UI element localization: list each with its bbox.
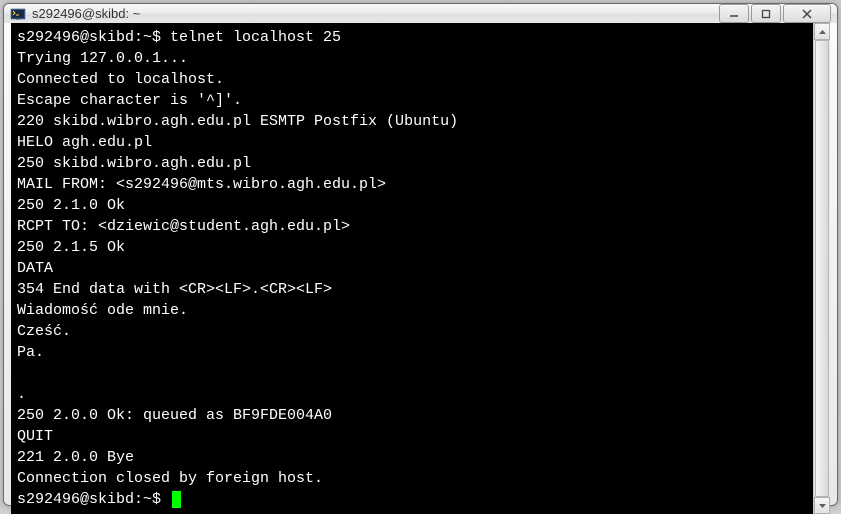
chevron-down-icon xyxy=(819,504,826,508)
terminal-line: 220 skibd.wibro.agh.edu.pl ESMTP Postfix… xyxy=(17,113,458,130)
terminal-line: Trying 127.0.0.1... xyxy=(17,50,188,67)
putty-window: s292496@skibd: ~ s292496@skibd:~$ telne xyxy=(3,3,838,506)
terminal-line: . xyxy=(17,386,26,403)
window-title: s292496@skibd: ~ xyxy=(32,6,719,21)
terminal-line: MAIL FROM: <s292496@mts.wibro.agh.edu.pl… xyxy=(17,176,386,193)
terminal-line: 250 2.1.5 Ok xyxy=(17,239,125,256)
shell-prompt: s292496@skibd:~$ xyxy=(17,491,170,508)
terminal-line: DATA xyxy=(17,260,53,277)
terminal-line: 221 2.0.0 Bye xyxy=(17,449,134,466)
command-text: telnet localhost 25 xyxy=(170,29,341,46)
maximize-button[interactable] xyxy=(751,4,781,23)
terminal-line: HELO agh.edu.pl xyxy=(17,134,152,151)
maximize-icon xyxy=(761,9,771,19)
minimize-button[interactable] xyxy=(719,4,749,23)
titlebar[interactable]: s292496@skibd: ~ xyxy=(4,4,837,23)
window-controls xyxy=(719,4,831,23)
client-area: s292496@skibd:~$ telnet localhost 25 Try… xyxy=(11,23,830,514)
terminal-line: Connection closed by foreign host. xyxy=(17,470,323,487)
terminal-line: QUIT xyxy=(17,428,53,445)
shell-prompt: s292496@skibd:~$ xyxy=(17,29,170,46)
scroll-thumb[interactable] xyxy=(815,40,829,497)
terminal-line: Pa. xyxy=(17,344,44,361)
minimize-icon xyxy=(729,9,739,19)
terminal[interactable]: s292496@skibd:~$ telnet localhost 25 Try… xyxy=(11,23,813,514)
terminal-line: Cześć. xyxy=(17,323,71,340)
chevron-up-icon xyxy=(819,30,826,34)
terminal-line: 250 skibd.wibro.agh.edu.pl xyxy=(17,155,251,172)
terminal-line: Escape character is '^]'. xyxy=(17,92,242,109)
terminal-line: Connected to localhost. xyxy=(17,71,224,88)
prompt-line: s292496@skibd:~$ telnet localhost 25 xyxy=(17,29,341,46)
close-button[interactable] xyxy=(783,4,831,23)
terminal-line: 250 2.0.0 Ok: queued as BF9FDE004A0 xyxy=(17,407,332,424)
scroll-track[interactable] xyxy=(814,40,830,497)
putty-icon xyxy=(10,6,26,22)
vertical-scrollbar[interactable] xyxy=(813,23,830,514)
terminal-line: RCPT TO: <dziewic@student.agh.edu.pl> xyxy=(17,218,350,235)
prompt-line: s292496@skibd:~$ xyxy=(17,491,181,508)
terminal-cursor xyxy=(172,491,181,508)
terminal-line: 250 2.1.0 Ok xyxy=(17,197,125,214)
scroll-down-button[interactable] xyxy=(814,497,830,514)
close-icon xyxy=(801,9,813,19)
terminal-line: 354 End data with <CR><LF>.<CR><LF> xyxy=(17,281,332,298)
scroll-up-button[interactable] xyxy=(814,23,830,40)
terminal-line: Wiadomość ode mnie. xyxy=(17,302,188,319)
